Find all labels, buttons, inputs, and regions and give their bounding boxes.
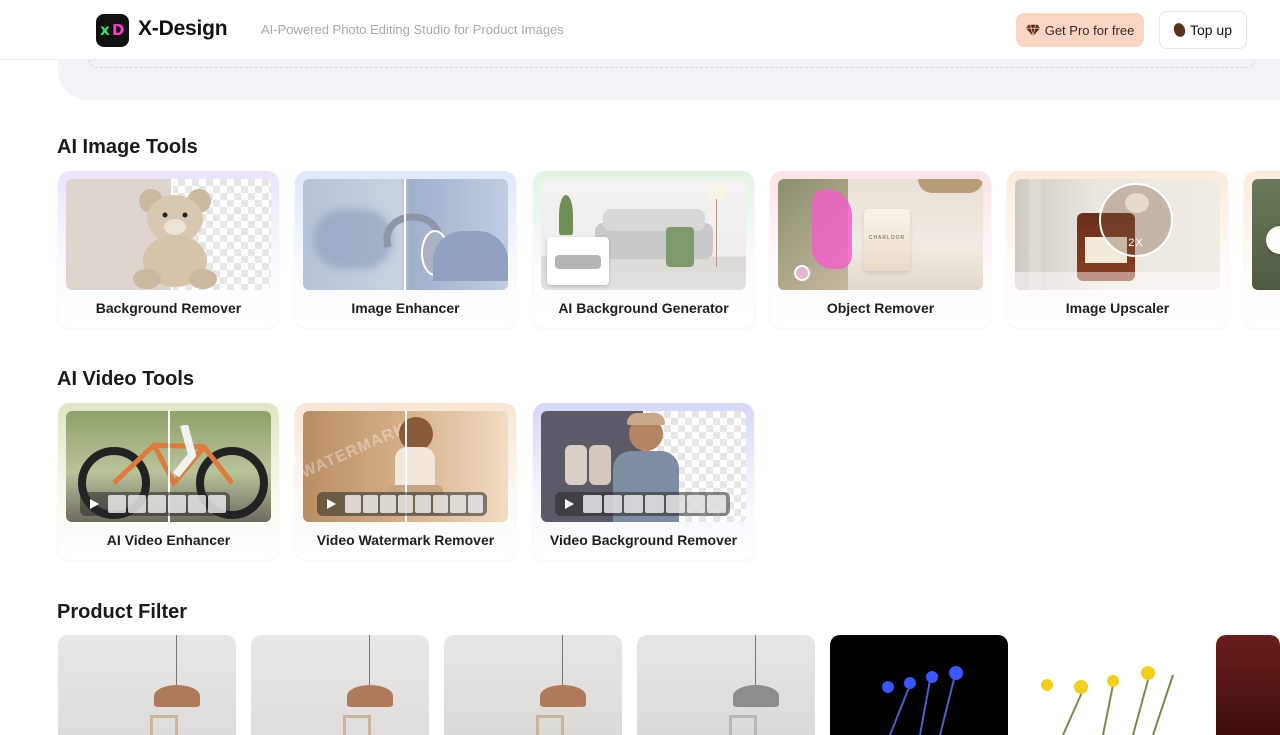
tool-card-object-remover[interactable]: CHARLOOR Object Remover bbox=[770, 171, 991, 328]
tool-label: AI Background Generator bbox=[558, 300, 729, 316]
section-title-image-tools: AI Image Tools bbox=[57, 136, 198, 158]
section-title-video-tools: AI Video Tools bbox=[57, 368, 195, 390]
pendant-lamp-icon bbox=[154, 685, 200, 707]
yellow-flowers-icon bbox=[1041, 666, 1174, 735]
top-up-label: Top up bbox=[1189, 22, 1233, 38]
pendant-lamp-icon bbox=[347, 685, 393, 707]
tool-card-ai-background-generator[interactable]: AI Background Generator bbox=[533, 171, 754, 328]
image-enhancer-thumbnail bbox=[303, 179, 508, 290]
tool-label: Video Background Remover bbox=[549, 532, 738, 548]
brush-cursor-icon bbox=[794, 265, 810, 281]
video-background-remover-thumbnail bbox=[541, 411, 746, 522]
pendant-lamp-icon bbox=[540, 685, 586, 707]
top-header: x D X-Design AI-Powered Photo Editing St… bbox=[0, 0, 1280, 60]
ai-video-enhancer-thumbnail bbox=[66, 411, 271, 522]
object-remover-thumbnail: CHARLOOR bbox=[778, 179, 983, 290]
diamond-icon bbox=[1025, 24, 1040, 37]
top-up-button[interactable]: Top up bbox=[1159, 11, 1247, 49]
get-pro-label: Get Pro for free bbox=[1044, 22, 1135, 38]
upscale-badge: 2X bbox=[1128, 237, 1144, 249]
ai-background-generator-thumbnail bbox=[541, 179, 746, 290]
logo-letter-x: x bbox=[100, 21, 110, 39]
teddy-bear-icon bbox=[133, 189, 217, 289]
tool-card-video-watermark-remover[interactable]: WATERMARK Video Watermark Remover bbox=[295, 403, 516, 560]
logo-letter-d: D bbox=[112, 21, 125, 39]
filter-tile-3[interactable] bbox=[444, 635, 622, 735]
tool-label: Video Watermark Remover bbox=[316, 532, 495, 548]
blue-flowers-icon bbox=[882, 666, 963, 735]
tool-card-image-enhancer[interactable]: Image Enhancer bbox=[295, 171, 516, 328]
tool-label: Image Enhancer bbox=[351, 300, 460, 316]
magnifier-loupe-icon: 2X bbox=[1099, 183, 1173, 257]
filter-tile-6[interactable] bbox=[1023, 635, 1201, 735]
filter-tile-5[interactable] bbox=[830, 635, 1008, 735]
video-watermark-remover-thumbnail: WATERMARK bbox=[303, 411, 508, 522]
get-pro-button[interactable]: Get Pro for free bbox=[1016, 13, 1144, 47]
pendant-lamp-icon bbox=[733, 685, 779, 707]
section-title-product-filter: Product Filter bbox=[57, 601, 188, 623]
tool-card-video-background-remover[interactable]: Video Background Remover bbox=[533, 403, 754, 560]
image-upscaler-thumbnail: 2X bbox=[1015, 179, 1220, 290]
video-timeline[interactable] bbox=[555, 492, 730, 516]
tagline: AI-Powered Photo Editing Studio for Prod… bbox=[261, 22, 564, 37]
tool-card-background-remover[interactable]: Background Remover bbox=[58, 171, 279, 328]
tool-label: Image Upscaler bbox=[1065, 300, 1170, 316]
tool-label: Background Remover bbox=[95, 300, 242, 316]
coffee-bean-icon bbox=[1171, 21, 1188, 39]
video-timeline[interactable] bbox=[317, 492, 487, 516]
background-remover-thumbnail bbox=[66, 179, 271, 290]
tool-card-ai-video-enhancer[interactable]: AI Video Enhancer bbox=[58, 403, 279, 560]
tool-card-image-upscaler[interactable]: 2X Image Upscaler bbox=[1007, 171, 1228, 328]
tool-label: AI Video Enhancer bbox=[106, 532, 231, 548]
filter-tile-4[interactable] bbox=[637, 635, 815, 735]
candle-brand-label: CHARLOOR bbox=[868, 235, 906, 241]
play-icon bbox=[565, 499, 574, 509]
brand-name[interactable]: X-Design bbox=[138, 17, 228, 41]
filter-tile-1[interactable] bbox=[58, 635, 236, 735]
filter-tile-7-partial[interactable] bbox=[1216, 635, 1280, 735]
play-icon bbox=[90, 499, 99, 509]
tool-label: Object Remover bbox=[826, 300, 935, 316]
filter-tile-2[interactable] bbox=[251, 635, 429, 735]
xdesign-logo-icon[interactable]: x D bbox=[96, 14, 129, 47]
play-icon bbox=[327, 499, 336, 509]
video-timeline[interactable] bbox=[80, 492, 230, 516]
